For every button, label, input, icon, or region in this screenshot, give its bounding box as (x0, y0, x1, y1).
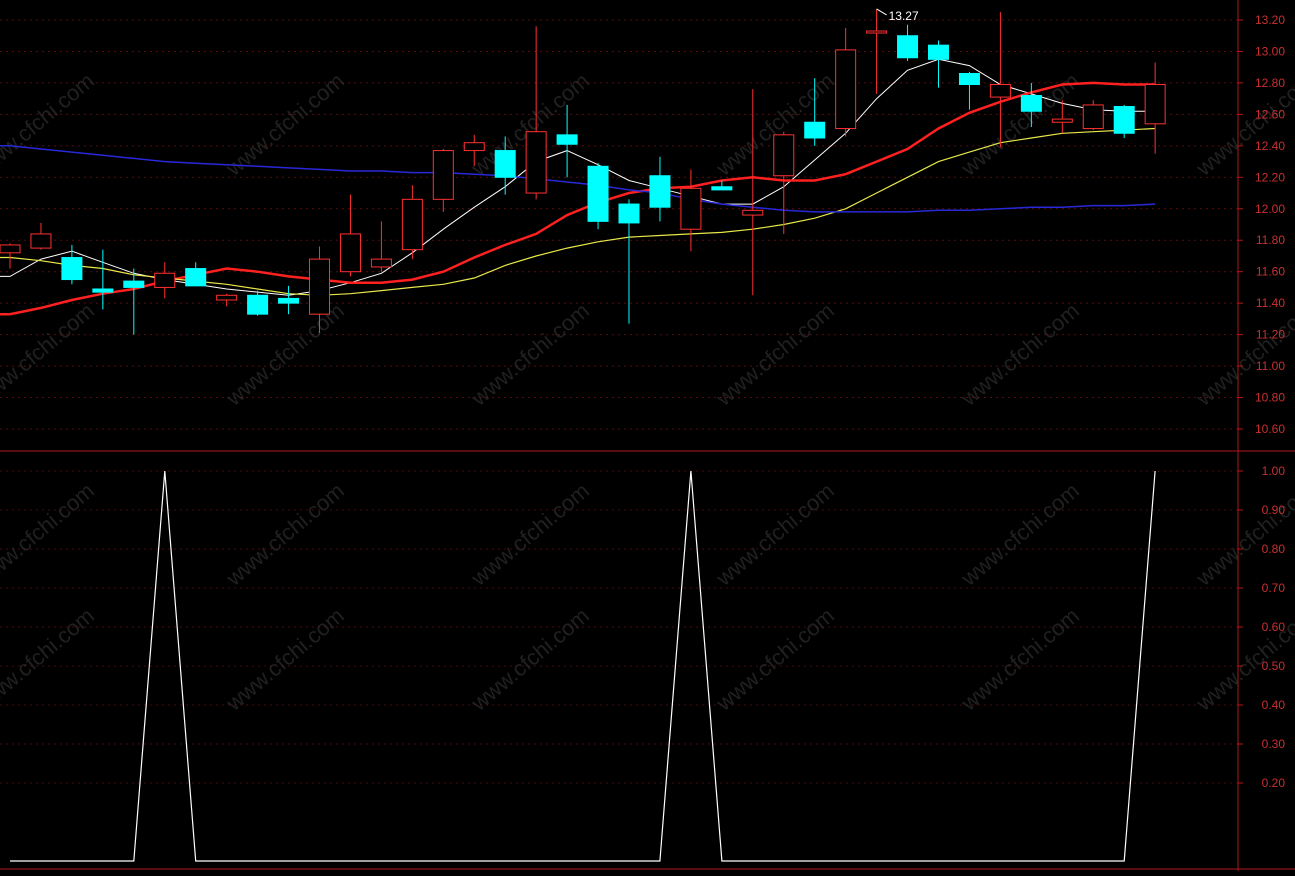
candle-body (1113, 106, 1135, 134)
chart-canvas: www.cfchi.com www.cfchi.com www.cfchi.com w… (0, 0, 1295, 871)
indicator-tick-label: 1.00 (1262, 464, 1286, 478)
price-tick-label: 12.60 (1255, 107, 1285, 121)
candle-body (185, 268, 207, 287)
price-tick-label: 13.20 (1255, 13, 1285, 27)
candle-body (556, 134, 578, 145)
indicator-tick-label: 0.50 (1262, 659, 1286, 673)
candle-body (649, 175, 671, 208)
candle-body (123, 280, 145, 288)
candle-body (92, 288, 114, 293)
candle-body (61, 257, 83, 281)
candle-body (618, 203, 640, 224)
high-value-label: 13.27 (889, 9, 919, 23)
candle-body (897, 35, 919, 59)
candle-body (432, 150, 454, 200)
price-tick-label: 11.20 (1256, 328, 1285, 342)
indicator-tick-label: 0.40 (1262, 698, 1286, 712)
price-tick-label: 10.60 (1255, 422, 1285, 436)
candle-body (711, 186, 733, 191)
candle-body (30, 233, 52, 249)
price-tick-label: 11.60 (1256, 265, 1285, 279)
candle-body (680, 187, 702, 230)
candle-body (401, 198, 423, 251)
candle-body (1082, 104, 1104, 130)
indicator-tick-label: 0.20 (1262, 776, 1286, 790)
candle (587, 163, 609, 230)
price-tick-label: 12.40 (1255, 139, 1285, 153)
candle-body (804, 121, 826, 139)
candle (1113, 104, 1135, 138)
candle-body (0, 244, 21, 254)
price-tick-label: 13.00 (1255, 44, 1285, 58)
indicator-tick-label: 0.90 (1262, 503, 1286, 517)
candle-body (370, 258, 392, 268)
indicator-tick-label: 0.70 (1262, 581, 1286, 595)
price-tick-label: 12.80 (1255, 76, 1285, 90)
candle-body (216, 294, 238, 301)
price-tick-label: 11.80 (1256, 233, 1285, 247)
candle-body (773, 134, 795, 177)
indicator-tick-label: 0.80 (1262, 542, 1286, 556)
candle-body (339, 233, 361, 273)
candle-body (989, 83, 1011, 98)
candle-body (866, 30, 888, 34)
candle (1082, 100, 1104, 131)
candle-body (1051, 118, 1073, 123)
indicator-tick-label: 0.60 (1262, 620, 1286, 634)
candle-body (525, 131, 547, 194)
candle-body (835, 49, 857, 130)
price-tick-label: 12.00 (1255, 202, 1285, 216)
candle-body (742, 209, 764, 216)
price-tick-label: 12.20 (1255, 170, 1285, 184)
price-tick-label: 10.80 (1255, 391, 1285, 405)
candle-body (247, 294, 269, 315)
candle-body (587, 165, 609, 222)
candle-body (278, 297, 300, 304)
candle-body (154, 272, 176, 288)
candle-body (463, 142, 485, 152)
candle-body (928, 44, 949, 60)
price-tick-label: 11.00 (1256, 359, 1285, 373)
price-tick-label: 11.40 (1256, 296, 1285, 310)
candle-body (1020, 95, 1042, 112)
candle-body (309, 258, 330, 315)
candle-body (958, 72, 980, 85)
candle-body (1144, 83, 1166, 125)
candle-body (494, 150, 516, 178)
indicator-tick-label: 0.30 (1262, 737, 1286, 751)
stock-chart: www.cfchi.com www.cfchi.com www.cfchi.com w… (0, 0, 1295, 871)
